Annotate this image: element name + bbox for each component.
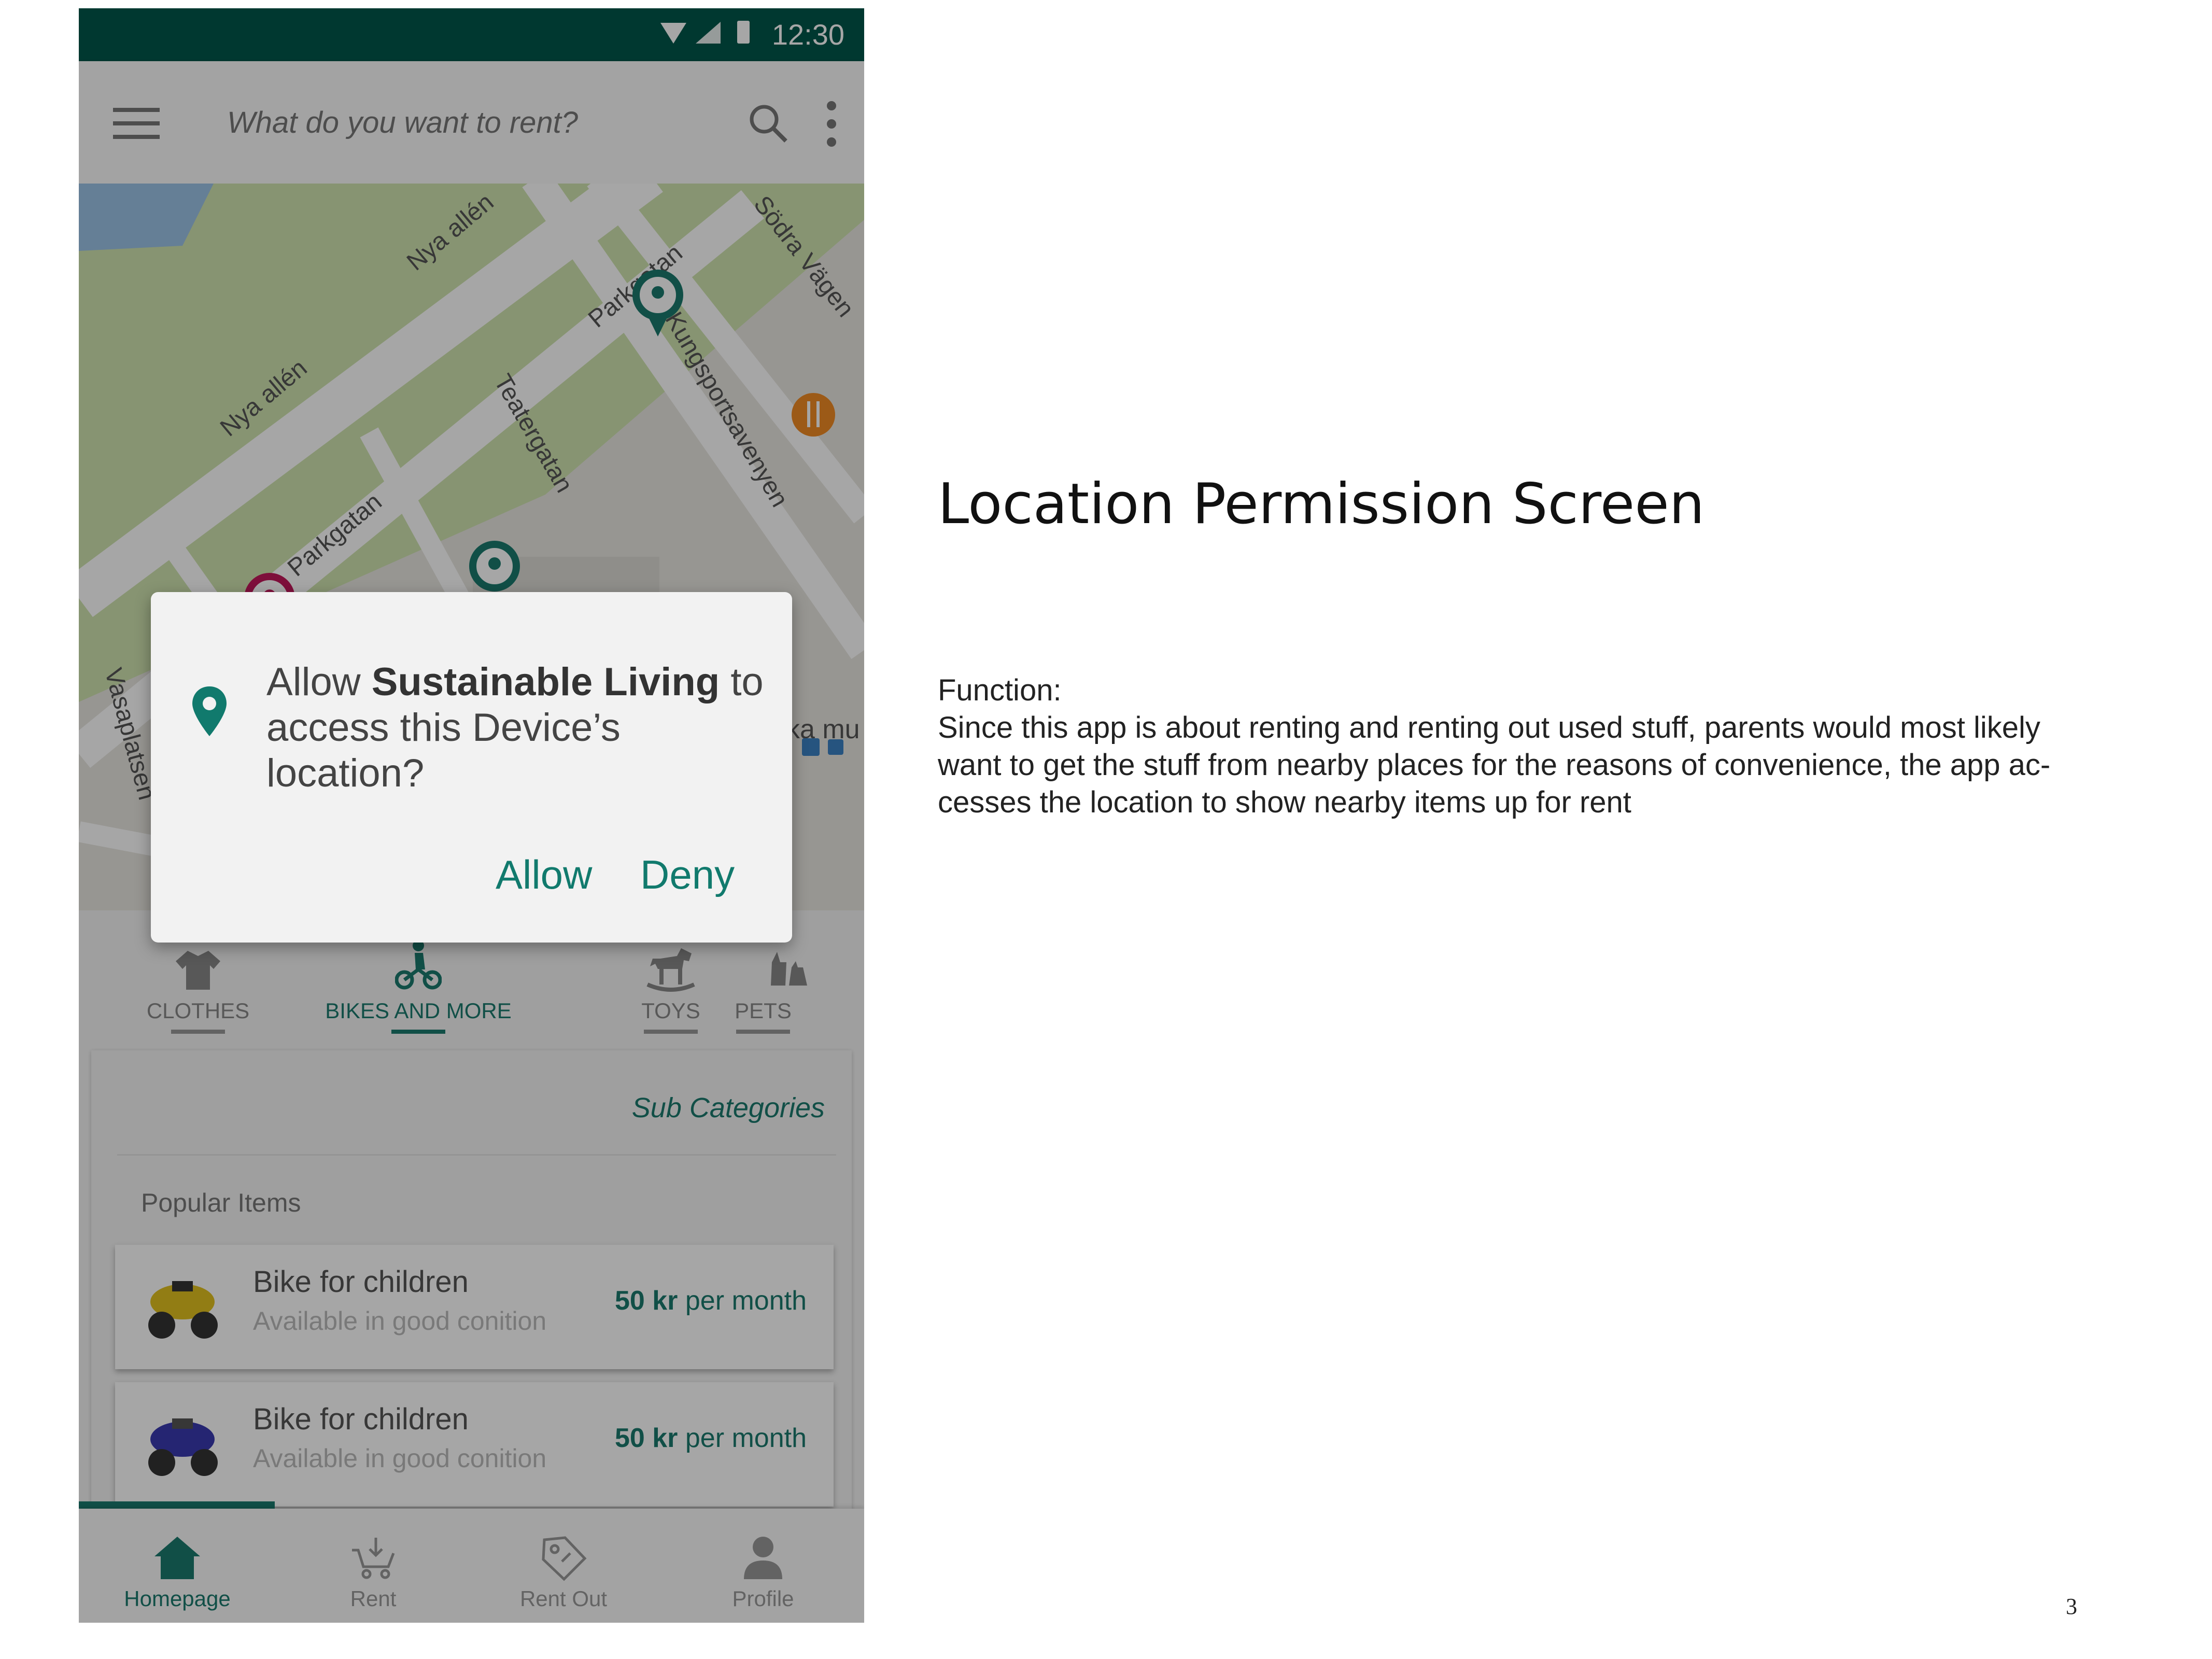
function-label: Function: [938, 673, 1062, 707]
allow-button[interactable]: Allow [496, 851, 592, 898]
function-description: Since this app is about renting and rent… [938, 711, 2051, 819]
dialog-message: Allow Sustainable Living to access this … [266, 659, 764, 796]
page-title: Location Permission Screen [938, 472, 1705, 537]
page-number: 3 [2066, 1594, 2077, 1619]
deny-button[interactable]: Deny [640, 851, 735, 898]
location-pin-icon [192, 686, 227, 736]
dialog-prefix: Allow [266, 660, 372, 704]
dialog-app-name: Sustainable Living [371, 660, 720, 704]
location-permission-dialog: Allow Sustainable Living to access this … [151, 592, 792, 943]
